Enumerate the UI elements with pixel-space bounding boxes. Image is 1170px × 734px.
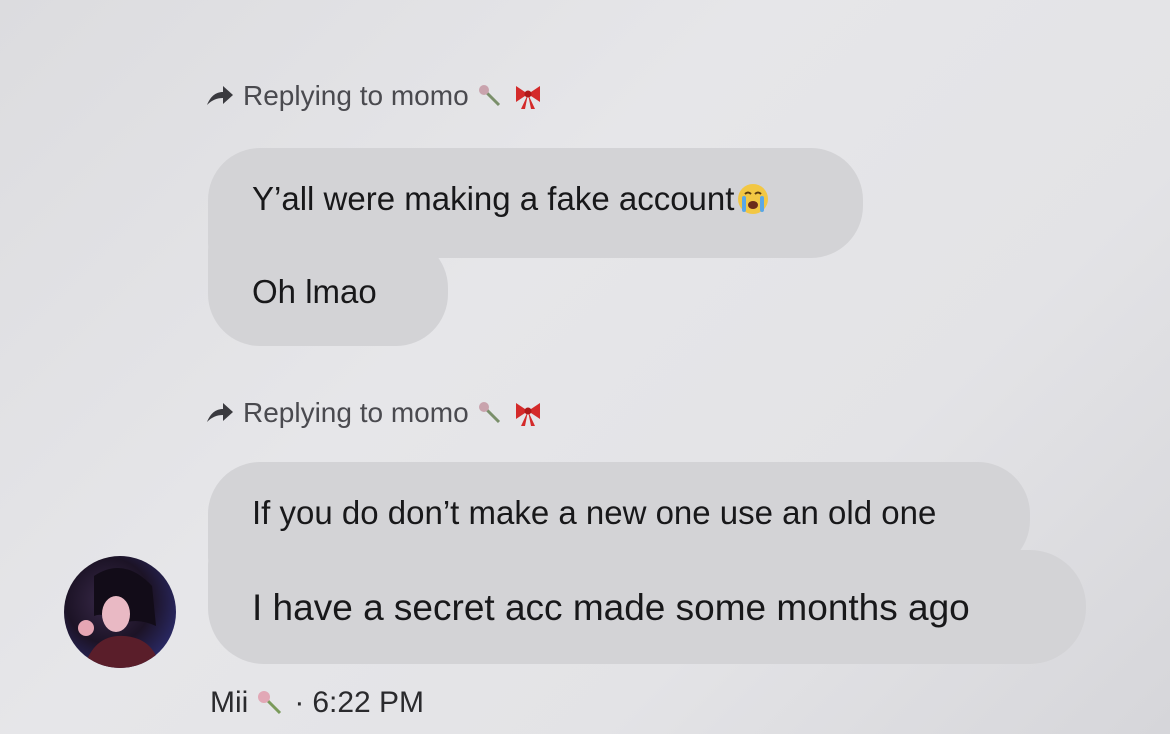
rose-icon [477,83,505,109]
message-text: Y’all were making a fake account [252,180,735,217]
timestamp: 6:22 PM [312,686,425,719]
ribbon-icon [513,81,543,111]
crying-face-icon [736,182,770,216]
reply-arrow-icon [207,403,233,422]
sender-name[interactable]: Mii [210,686,248,720]
reply-context-label: Replying to momo [243,80,469,111]
reply-arrow-icon [207,86,233,105]
reply-context-label: Replying to momo [243,397,469,428]
message-text: If you do don’t make a new one use an ol… [252,494,937,531]
rose-icon [256,689,286,717]
reply-context-2[interactable]: Replying to momo [205,397,543,429]
message-bubble[interactable]: Oh lmao [208,236,448,346]
ribbon-icon [513,398,543,428]
rose-icon [477,400,505,426]
message-meta: Mii · 6:22 PM [210,686,424,720]
reply-context-1[interactable]: Replying to momo [205,80,543,112]
message-text: I have a secret acc made some months ago [252,586,970,628]
avatar[interactable] [64,556,176,668]
message-bubble[interactable]: I have a secret acc made some months ago [208,550,1086,664]
separator: · [294,686,305,719]
message-text: Oh lmao [252,272,377,310]
